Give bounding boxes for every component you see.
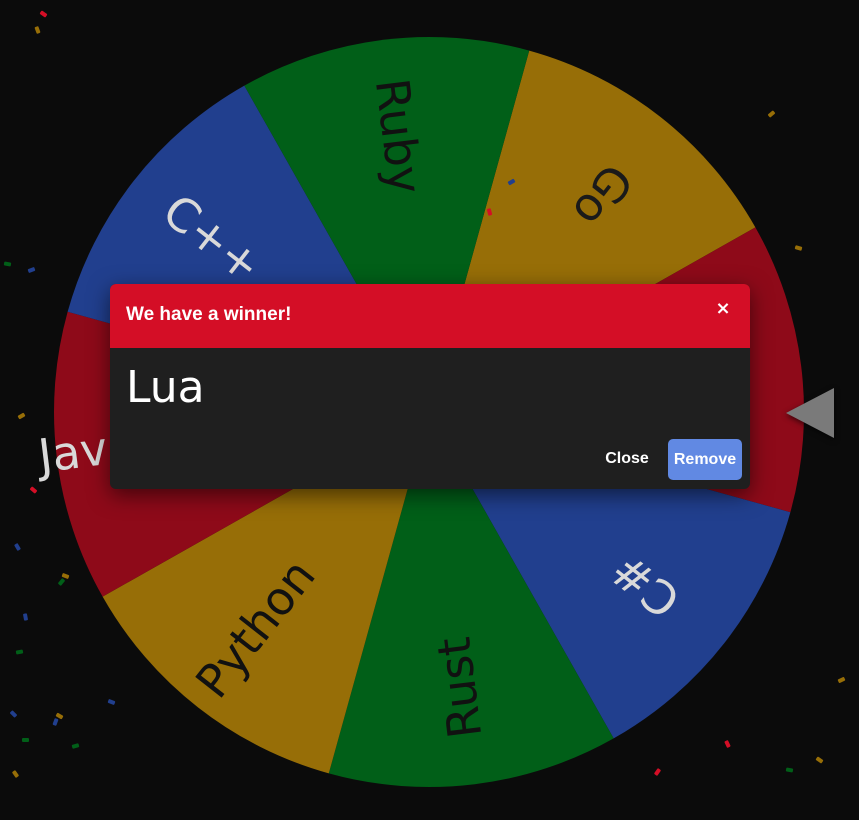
triangle-pointer-icon <box>786 388 834 438</box>
confetti-piece <box>22 738 29 742</box>
winner-modal: We have a winner! × Lua Close Remove <box>110 284 750 489</box>
remove-button[interactable]: Remove <box>668 439 742 480</box>
modal-title: We have a winner! <box>126 304 292 325</box>
modal-header: We have a winner! × <box>110 284 750 348</box>
wheel-stage: GoLuaC#RustPythonJavaScriptC++Ruby W <box>0 0 859 820</box>
close-button[interactable]: Close <box>596 439 658 479</box>
close-icon[interactable]: × <box>710 296 736 322</box>
winner-name: Lua <box>126 362 205 413</box>
